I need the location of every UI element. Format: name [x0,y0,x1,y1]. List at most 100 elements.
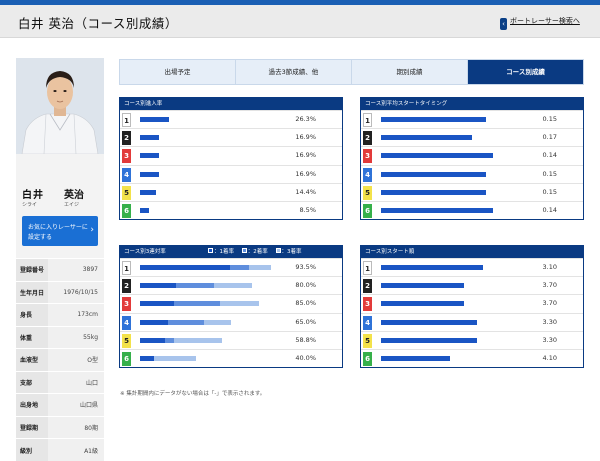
top3-rate-panel: コース別3連対率 ：1着率 ：2着率 ：3着率 193.5%280.0%385.… [119,245,343,368]
start-order-bar [381,265,483,270]
entry-row: 4 16.9% [120,165,342,183]
course-number: 5 [122,334,131,348]
course-number: 3 [122,149,131,163]
info-key: 血液型 [16,349,48,372]
second-rate-bar [230,265,250,270]
timing-row: 50.15 [361,183,583,201]
entry-row: 3 16.9% [120,146,342,164]
first-rate-bar [140,320,168,325]
rentai-row: 558.8% [120,331,342,349]
start-order-bar [381,338,477,343]
rentai-row: 280.0% [120,276,342,294]
entry-rate-bar [140,190,156,195]
second-rate-bar [165,338,173,343]
second-rate-bar [176,283,214,288]
info-value: A1級 [48,439,104,461]
course-number: 1 [122,113,131,127]
tab-schedule[interactable]: 出場予定 [120,60,236,84]
info-key: 出身地 [16,394,48,417]
start-order-bar [381,301,464,306]
entry-rate-bar [140,172,159,177]
racer-given-name: 英治 [64,186,84,201]
info-row: 身長173cm [16,304,104,327]
course-number: 4 [363,168,372,182]
timing-row: 10.15 [361,110,583,128]
info-key: 支部 [16,371,48,394]
third-rate-bar [220,301,259,306]
course-number: 5 [363,186,372,200]
course-number: 2 [122,279,131,293]
entry-row: 6 8.5% [120,201,342,219]
row-value: 0.14 [543,151,557,159]
row-value: 14.4% [295,188,316,196]
timing-row: 40.15 [361,165,583,183]
info-key: 体重 [16,326,48,349]
row-value: 16.9% [295,151,316,159]
legend-first-label: 1着率 [220,249,235,255]
timing-bar [381,172,486,177]
racer-search-link-label: ボートレーサー検索へ [510,17,580,25]
course-number: 2 [363,279,372,293]
rentai-row: 465.0% [120,313,342,331]
row-value: 93.5% [295,263,316,271]
first-rate-bar [140,338,165,343]
timing-bar [381,208,493,213]
course-number: 6 [363,204,372,218]
page-header: 白井 英治（コース別成績） ‹ボートレーサー検索へ [0,5,600,38]
timing-row: 60.14 [361,201,583,219]
course-number: 6 [122,204,131,218]
data-note: ※ 集計期間内にデータがない場合は「-」で表示されます。 [120,389,265,397]
info-key: 身長 [16,304,48,327]
add-favorite-button[interactable]: お気に入りレーサーに 設定する › [22,216,98,246]
second-rate-bar [168,320,204,325]
first-rate-bar [140,356,154,361]
first-rate-bar [140,265,230,270]
course-number: 1 [363,261,372,275]
start-order-bar [381,320,477,325]
tab-recent-results[interactable]: 過去3節成績、他 [236,60,352,84]
row-value: 0.14 [543,206,557,214]
row-value: 40.0% [295,354,316,362]
timing-row: 30.14 [361,146,583,164]
info-key: 生年月日 [16,281,48,304]
startorder-row: 23.70 [361,276,583,294]
row-value: 0.15 [543,188,557,196]
third-rate-bar [204,320,231,325]
racer-info-table: 登録番号3897生年月日1976/10/15身長173cm体重55kg血液型O型… [16,258,104,461]
course-number: 1 [122,261,131,275]
info-key: 登録番号 [16,259,48,282]
row-value: 8.5% [299,206,316,214]
row-value: 3.10 [543,263,557,271]
timing-bar [381,190,486,195]
legend-third-swatch [276,248,281,253]
rentai-row: 1 93.5% [120,258,342,276]
entry-rate-bar [140,208,149,213]
top3-legend: ：1着率 ：2着率 ：3着率 [208,246,308,258]
racer-surname: 白井 [22,186,44,201]
info-value: 1976/10/15 [48,281,104,304]
result-tabs: 出場予定 過去3節成績、他 期別成績 コース別成績 [119,59,584,85]
start-timing-panel: コース別平均スタートタイミング 10.1520.1730.1440.1550.1… [360,97,584,220]
info-value: 3897 [48,259,104,282]
racer-photo [16,58,104,154]
racer-search-link[interactable]: ‹ボートレーサー検索へ [500,16,580,30]
favorite-label-line1: お気に入りレーサーに [28,222,88,231]
racer-kana-given: エイジ [64,201,79,208]
row-value: 3.70 [543,281,557,289]
startorder-row: 64.10 [361,349,583,367]
course-number: 1 [363,113,372,127]
tab-course-results[interactable]: コース別成績 [468,60,583,84]
course-number: 4 [122,316,131,330]
legend-first-swatch [208,248,213,253]
course-number: 4 [122,168,131,182]
info-row: 登録番号3897 [16,259,104,282]
entry-rate-bar [140,117,169,122]
timing-bar [381,117,486,122]
row-value: 16.9% [295,170,316,178]
course-number: 3 [363,149,372,163]
info-value: 山口 [48,371,104,394]
tab-term-results[interactable]: 期別成績 [352,60,468,84]
course-number: 2 [363,131,372,145]
info-row: 出身地山口県 [16,394,104,417]
info-row: 登録期80期 [16,416,104,439]
